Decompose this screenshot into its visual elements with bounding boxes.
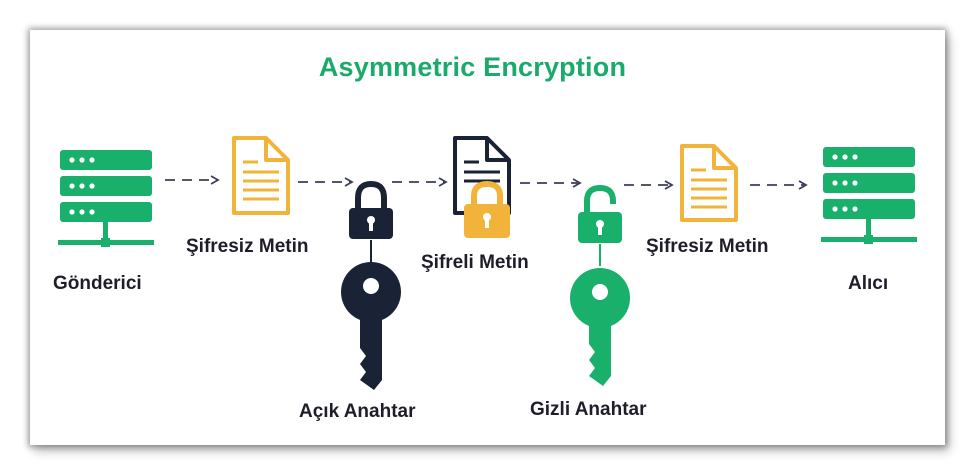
private-key-label: Gizli Anahtar — [530, 399, 647, 420]
plaintext-label-2: Şifresiz Metin — [646, 236, 769, 257]
diagram-canvas — [58, 136, 917, 390]
receiver-server-icon — [821, 147, 917, 244]
plaintext-label-1: Şifresiz Metin — [186, 236, 309, 257]
public-key-icon — [341, 262, 401, 390]
receiver-label: Alıcı — [848, 273, 889, 294]
private-key-icon — [570, 268, 630, 386]
plaintext-document-icon-2 — [680, 144, 738, 222]
plaintext-document-icon-1 — [232, 136, 290, 215]
sender-server-icon — [58, 150, 154, 247]
ciphertext-label: Şifreli Metin — [421, 252, 529, 273]
public-key-label: Açık Anahtar — [299, 401, 416, 422]
open-padlock-icon — [578, 184, 622, 243]
closed-padlock-icon — [349, 180, 393, 239]
sender-label: Gönderici — [53, 273, 142, 294]
